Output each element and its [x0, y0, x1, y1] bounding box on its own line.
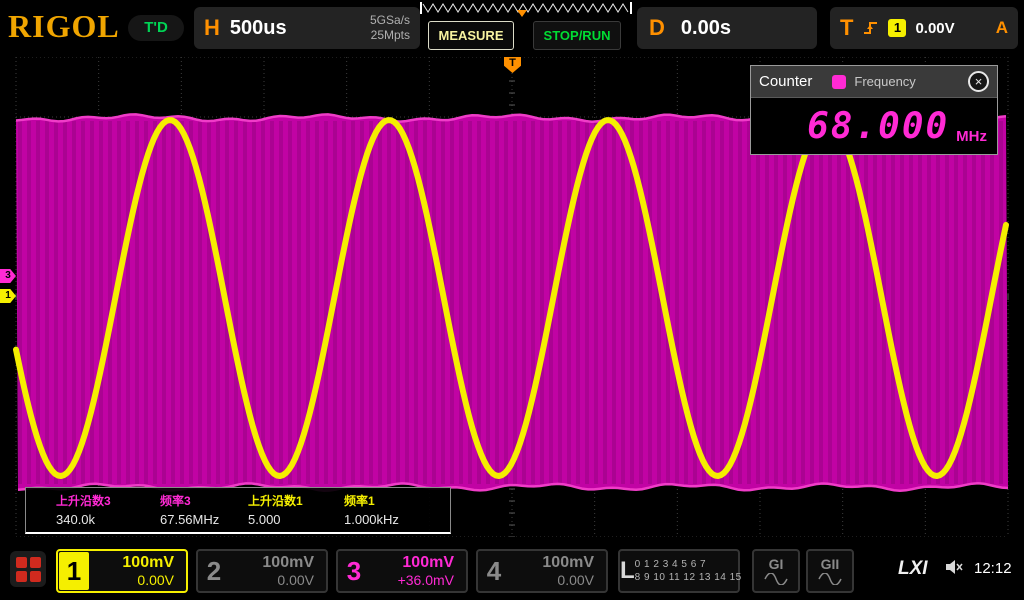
measurement-label: 上升沿数1 — [248, 492, 344, 509]
digital-row-2: 8 9 10 11 12 13 14 15 — [635, 572, 742, 583]
measurement-value: 1.000kHz — [344, 512, 450, 527]
measurement-label: 上升沿数3 — [56, 492, 160, 509]
trigger-sweep-mode: A — [996, 18, 1008, 38]
channel-4-badge: 4 — [479, 552, 509, 590]
channel-3-scale: 100mV — [402, 553, 454, 572]
lxi-logo: LXI — [898, 558, 928, 580]
trigger-slope-icon — [862, 20, 879, 36]
horizontal-label: H — [204, 15, 220, 41]
channel-4-scale: 100mV — [542, 553, 594, 572]
counter-readout: 68.000 MHz — [751, 98, 997, 154]
speaker-muted-icon — [944, 559, 964, 575]
measurement-panel[interactable]: 上升沿数3 340.0k 频率3 67.56MHz 上升沿数1 5.000 频率… — [25, 487, 451, 534]
stop-run-button[interactable]: STOP/RUN — [533, 21, 621, 50]
generator-1-button[interactable]: GI — [752, 549, 800, 593]
generator-2-label: GII — [821, 557, 840, 571]
channel-3-badge: 3 — [339, 552, 369, 590]
channel-4-offset: 0.00V — [557, 572, 594, 589]
digital-label: L — [620, 557, 635, 585]
sine-icon — [764, 573, 788, 585]
rigol-logo: RIGOL — [8, 8, 120, 45]
channel-2-scale: 100mV — [262, 553, 314, 572]
counter-unit: MHz — [956, 128, 987, 154]
generator-2-button[interactable]: GII — [806, 549, 854, 593]
measurement-label: 频率1 — [344, 492, 450, 509]
record-trigger-marker-icon — [517, 10, 527, 17]
trigger-label: T — [840, 15, 853, 41]
sine-icon — [818, 573, 842, 585]
channel-3-button[interactable]: 3 100mV +36.0mV — [336, 549, 468, 593]
sample-rate: 5GSa/s — [370, 13, 410, 28]
channel-2-badge: 2 — [199, 552, 229, 590]
trigger-source-badge: 1 — [888, 19, 906, 37]
channel-1-button[interactable]: 1 100mV 0.00V — [56, 549, 188, 593]
counter-mode-label: Frequency — [854, 74, 915, 89]
bottom-bar: 1 100mV 0.00V 2 100mV 0.00V 3 100mV +36.… — [0, 545, 1024, 600]
close-icon[interactable]: × — [968, 71, 989, 92]
counter-title: Counter — [759, 73, 812, 90]
menu-grid-icon — [16, 557, 41, 582]
measure-button[interactable]: MEASURE — [428, 21, 514, 50]
digital-row-1: 0 1 2 3 4 5 6 7 — [635, 559, 742, 570]
measurement-value: 67.56MHz — [160, 512, 248, 527]
measurement-label: 频率3 — [160, 492, 248, 509]
trigger-status-badge: T'D — [128, 15, 184, 41]
horizontal-settings-block[interactable]: H 500us 5GSa/s 25Mpts — [194, 7, 420, 49]
memory-depth: 25Mpts — [371, 28, 410, 43]
frequency-mode-icon — [832, 75, 846, 89]
counter-header: Counter Frequency × — [751, 66, 997, 98]
generator-1-label: GI — [769, 557, 784, 571]
counter-value: 68.000 — [807, 106, 949, 147]
delay-label: D — [649, 15, 665, 41]
measurement-value: 340.0k — [56, 512, 160, 527]
channel-4-button[interactable]: 4 100mV 0.00V — [476, 549, 608, 593]
acquisition-rates: 5GSa/s 25Mpts — [370, 13, 410, 43]
clock: 12:12 — [974, 560, 1012, 577]
channel-1-badge: 1 — [59, 552, 89, 590]
delay-value: 0.00s — [681, 17, 731, 40]
channel-1-offset: 0.00V — [137, 572, 174, 589]
trigger-level-value: 0.00V — [915, 20, 954, 37]
measurement-item: 上升沿数3 340.0k — [56, 492, 160, 532]
counter-panel: Counter Frequency × 68.000 MHz — [750, 65, 998, 155]
channel-2-offset: 0.00V — [277, 572, 314, 589]
measurement-item: 频率3 67.56MHz — [160, 492, 248, 532]
timebase-value: 500us — [230, 17, 287, 40]
waveform-display[interactable]: T 3 1 Counter Frequency × 68.000 MHz 上升沿… — [0, 57, 1024, 537]
oscilloscope-screen: RIGOL T'D H 500us 5GSa/s 25Mpts MEASURE … — [0, 0, 1024, 600]
menu-button[interactable] — [10, 551, 46, 587]
top-bar: RIGOL T'D H 500us 5GSa/s 25Mpts MEASURE … — [0, 0, 1024, 56]
digital-channels-button[interactable]: L 0 1 2 3 4 5 6 7 8 9 10 11 12 13 14 15 — [618, 549, 740, 593]
delay-settings-block[interactable]: D 0.00s — [637, 7, 817, 49]
channel-1-scale: 100mV — [122, 553, 174, 572]
measurement-item: 频率1 1.000kHz — [344, 492, 450, 532]
channel-3-offset: +36.0mV — [398, 572, 454, 589]
trigger-settings-block[interactable]: T 1 0.00V A — [830, 7, 1018, 49]
channel-2-button[interactable]: 2 100mV 0.00V — [196, 549, 328, 593]
measurement-value: 5.000 — [248, 512, 344, 527]
measurement-item: 上升沿数1 5.000 — [248, 492, 344, 532]
